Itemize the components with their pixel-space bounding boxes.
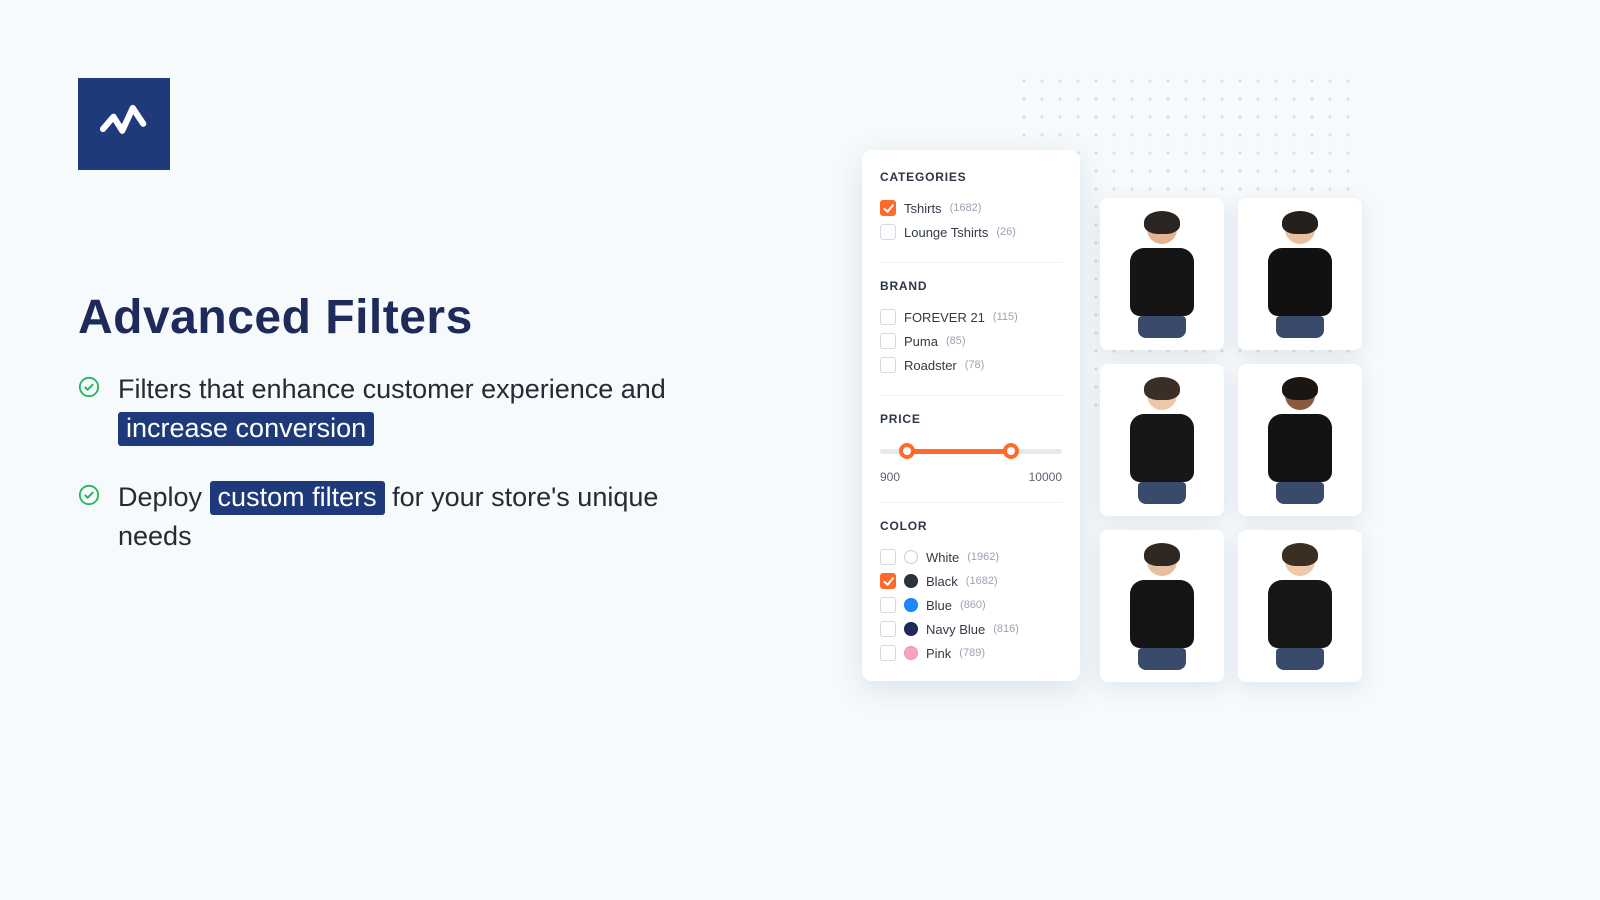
- checkbox[interactable]: [880, 357, 896, 373]
- bullet-pre: Filters that enhance customer experience…: [118, 374, 666, 404]
- section-title: BRAND: [880, 279, 1062, 293]
- bullet-text: Filters that enhance customer experience…: [118, 370, 718, 448]
- option-label: Puma: [904, 334, 938, 349]
- option-count: (1682): [966, 575, 998, 587]
- price-min-label: 900: [880, 470, 900, 484]
- checkbox[interactable]: [880, 309, 896, 325]
- option-label: Blue: [926, 598, 952, 613]
- color-swatch: [904, 598, 918, 612]
- option-count: (1682): [950, 202, 982, 214]
- option-count: (78): [965, 359, 985, 371]
- bullet-highlight: custom filters: [210, 481, 385, 515]
- section-title: COLOR: [880, 519, 1062, 533]
- option-count: (789): [959, 647, 985, 659]
- filter-option[interactable]: Roadster (78): [880, 353, 1062, 377]
- slider-fill: [907, 449, 1011, 454]
- checkbox-checked[interactable]: [880, 573, 896, 589]
- color-swatch: [904, 574, 918, 588]
- filter-option[interactable]: Puma (85): [880, 329, 1062, 353]
- check-circle-icon: [78, 376, 100, 398]
- checkbox[interactable]: [880, 224, 896, 240]
- bullet-text: Deploy custom filters for your store's u…: [118, 478, 718, 556]
- product-card[interactable]: [1100, 530, 1224, 682]
- bullet-highlight: increase conversion: [118, 412, 374, 446]
- page-title: Advanced Filters: [78, 290, 473, 345]
- filter-section-categories: CATEGORIES Tshirts (1682)Lounge Tshirts …: [880, 170, 1062, 244]
- color-swatch: [904, 646, 918, 660]
- filter-panel: CATEGORIES Tshirts (1682)Lounge Tshirts …: [862, 150, 1080, 681]
- checkbox[interactable]: [880, 597, 896, 613]
- product-image: [1257, 210, 1343, 338]
- feature-bullet: Filters that enhance customer experience…: [78, 370, 718, 448]
- product-card[interactable]: [1238, 530, 1362, 682]
- slider-thumb-min[interactable]: [899, 443, 915, 459]
- filter-option[interactable]: Lounge Tshirts (26): [880, 220, 1062, 244]
- option-label: Pink: [926, 646, 951, 661]
- filter-option[interactable]: White (1962): [880, 545, 1062, 569]
- product-card[interactable]: [1100, 198, 1224, 350]
- feature-bullets: Filters that enhance customer experience…: [78, 370, 718, 587]
- feature-bullet: Deploy custom filters for your store's u…: [78, 478, 718, 556]
- option-label: Tshirts: [904, 201, 942, 216]
- section-title: CATEGORIES: [880, 170, 1062, 184]
- option-count: (1962): [967, 551, 999, 563]
- option-count: (115): [993, 311, 1018, 323]
- logo-glyph-icon: [96, 94, 152, 155]
- color-swatch: [904, 622, 918, 636]
- option-count: (860): [960, 599, 986, 611]
- bullet-pre: Deploy: [118, 482, 210, 512]
- option-label: Black: [926, 574, 958, 589]
- filter-option[interactable]: FOREVER 21 (115): [880, 305, 1062, 329]
- product-image: [1119, 542, 1205, 670]
- option-label: Roadster: [904, 358, 957, 373]
- product-image: [1257, 376, 1343, 504]
- brand-logo: [78, 78, 170, 170]
- checkbox[interactable]: [880, 549, 896, 565]
- option-count: (85): [946, 335, 966, 347]
- product-card[interactable]: [1238, 198, 1362, 350]
- filter-section-color: COLOR White (1962)Black (1682)Blue (860)…: [880, 502, 1062, 665]
- option-count: (26): [996, 226, 1016, 238]
- section-title: PRICE: [880, 412, 1062, 426]
- price-slider[interactable]: [880, 438, 1062, 466]
- product-image: [1257, 542, 1343, 670]
- filter-option[interactable]: Black (1682): [880, 569, 1062, 593]
- product-image: [1119, 210, 1205, 338]
- check-circle-icon: [78, 484, 100, 506]
- filter-section-price: PRICE 900 10000: [880, 395, 1062, 484]
- color-swatch: [904, 550, 918, 564]
- filter-option[interactable]: Pink (789): [880, 641, 1062, 665]
- checkbox[interactable]: [880, 333, 896, 349]
- slider-thumb-max[interactable]: [1003, 443, 1019, 459]
- option-label: White: [926, 550, 959, 565]
- option-label: Navy Blue: [926, 622, 985, 637]
- checkbox[interactable]: [880, 621, 896, 637]
- product-card[interactable]: [1238, 364, 1362, 516]
- filter-option[interactable]: Blue (860): [880, 593, 1062, 617]
- filter-option[interactable]: Tshirts (1682): [880, 196, 1062, 220]
- price-max-label: 10000: [1029, 470, 1062, 484]
- option-label: FOREVER 21: [904, 310, 985, 325]
- filter-section-brand: BRAND FOREVER 21 (115)Puma (85)Roadster …: [880, 262, 1062, 377]
- option-count: (816): [993, 623, 1019, 635]
- checkbox[interactable]: [880, 645, 896, 661]
- product-image: [1119, 376, 1205, 504]
- product-card[interactable]: [1100, 364, 1224, 516]
- checkbox-checked[interactable]: [880, 200, 896, 216]
- option-label: Lounge Tshirts: [904, 225, 988, 240]
- filter-option[interactable]: Navy Blue (816): [880, 617, 1062, 641]
- product-grid: [1100, 198, 1362, 682]
